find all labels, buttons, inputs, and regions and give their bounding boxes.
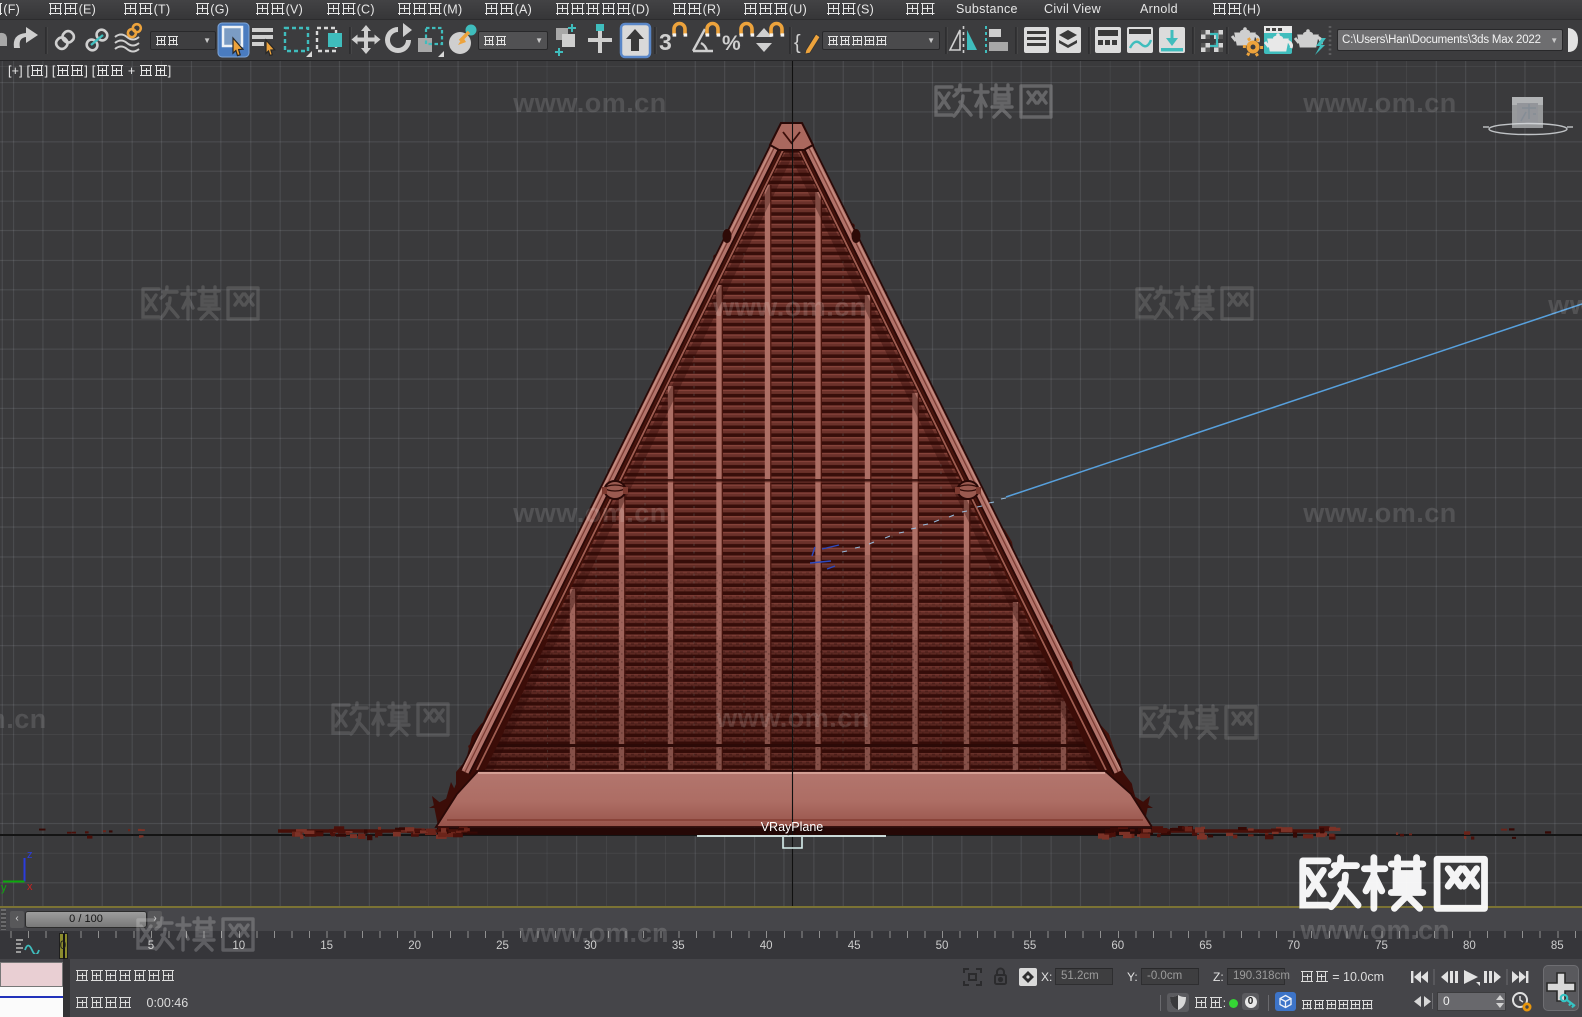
- svg-text:www.om.cn: www.om.cn: [1547, 290, 1582, 320]
- svg-text:y: y: [1, 882, 7, 894]
- svg-text:www.om.cn: www.om.cn: [712, 292, 867, 322]
- svg-text:www.om.cn: www.om.cn: [512, 498, 667, 528]
- svg-text:www.om.cn: www.om.cn: [512, 88, 667, 118]
- svg-text:{: {: [794, 32, 801, 54]
- svg-text:x: x: [27, 881, 33, 893]
- svg-text:VRayPlane: VRayPlane: [761, 820, 824, 834]
- svg-text:3: 3: [659, 29, 672, 55]
- svg-text:%: %: [722, 32, 741, 55]
- svg-text:z: z: [27, 849, 33, 861]
- svg-text:www.om.cn: www.om.cn: [715, 703, 870, 733]
- svg-text:www.om.cn: www.om.cn: [1302, 88, 1457, 118]
- svg-text:www.om.cn: www.om.cn: [0, 704, 47, 734]
- svg-text:www.om.cn: www.om.cn: [1302, 498, 1457, 528]
